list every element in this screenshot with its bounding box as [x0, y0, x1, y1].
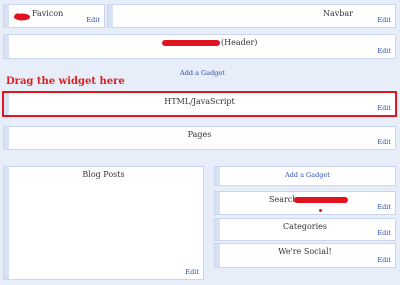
header-title: (Header): [221, 38, 258, 47]
social-gadget: We're Social! Edit: [214, 243, 396, 268]
navbar-edit-link[interactable]: Edit: [377, 16, 391, 24]
favicon-gadget: Favicon Edit: [3, 4, 105, 28]
header-gadget: (Header) Edit: [3, 34, 396, 59]
drag-hint-label: Drag the widget here: [6, 76, 125, 87]
favicon-edit-link[interactable]: Edit: [86, 16, 100, 24]
pages-gadget: Pages Edit: [3, 126, 396, 150]
html-javascript-title: HTML/JavaScript: [164, 97, 235, 106]
social-title: We're Social!: [278, 247, 332, 256]
header-edit-link[interactable]: Edit: [377, 47, 391, 55]
pages-title: Pages: [187, 130, 212, 139]
blog-posts-gadget: Blog Posts Edit: [3, 166, 204, 280]
add-gadget-link-sidebar[interactable]: Add a Gadget: [285, 171, 330, 179]
categories-edit-link[interactable]: Edit: [377, 229, 391, 237]
favicon-title: Favicon: [32, 9, 64, 18]
search-gadget: Search Edit: [214, 191, 396, 215]
blog-posts-edit-link[interactable]: Edit: [185, 268, 199, 276]
html-javascript-gadget[interactable]: HTML/JavaScript Edit: [2, 91, 397, 117]
sidebar-add-gadget-box: Add a Gadget: [214, 166, 396, 186]
favicon-logo-icon: [14, 13, 30, 21]
search-redaction: [294, 197, 348, 203]
social-edit-link[interactable]: Edit: [377, 256, 391, 264]
search-edit-link[interactable]: Edit: [377, 203, 391, 211]
html-javascript-edit-link[interactable]: Edit: [377, 104, 391, 112]
pages-edit-link[interactable]: Edit: [377, 138, 391, 146]
categories-title: Categories: [283, 222, 327, 231]
header-redaction: [162, 40, 220, 46]
categories-gadget: Categories Edit: [214, 218, 396, 241]
add-gadget-link-top[interactable]: Add a Gadget: [180, 69, 225, 77]
navbar-gadget: Navbar Edit: [107, 4, 396, 28]
navbar-title: Navbar: [322, 9, 353, 18]
search-redaction-dot: [319, 209, 322, 212]
blog-posts-title: Blog Posts: [82, 170, 125, 179]
